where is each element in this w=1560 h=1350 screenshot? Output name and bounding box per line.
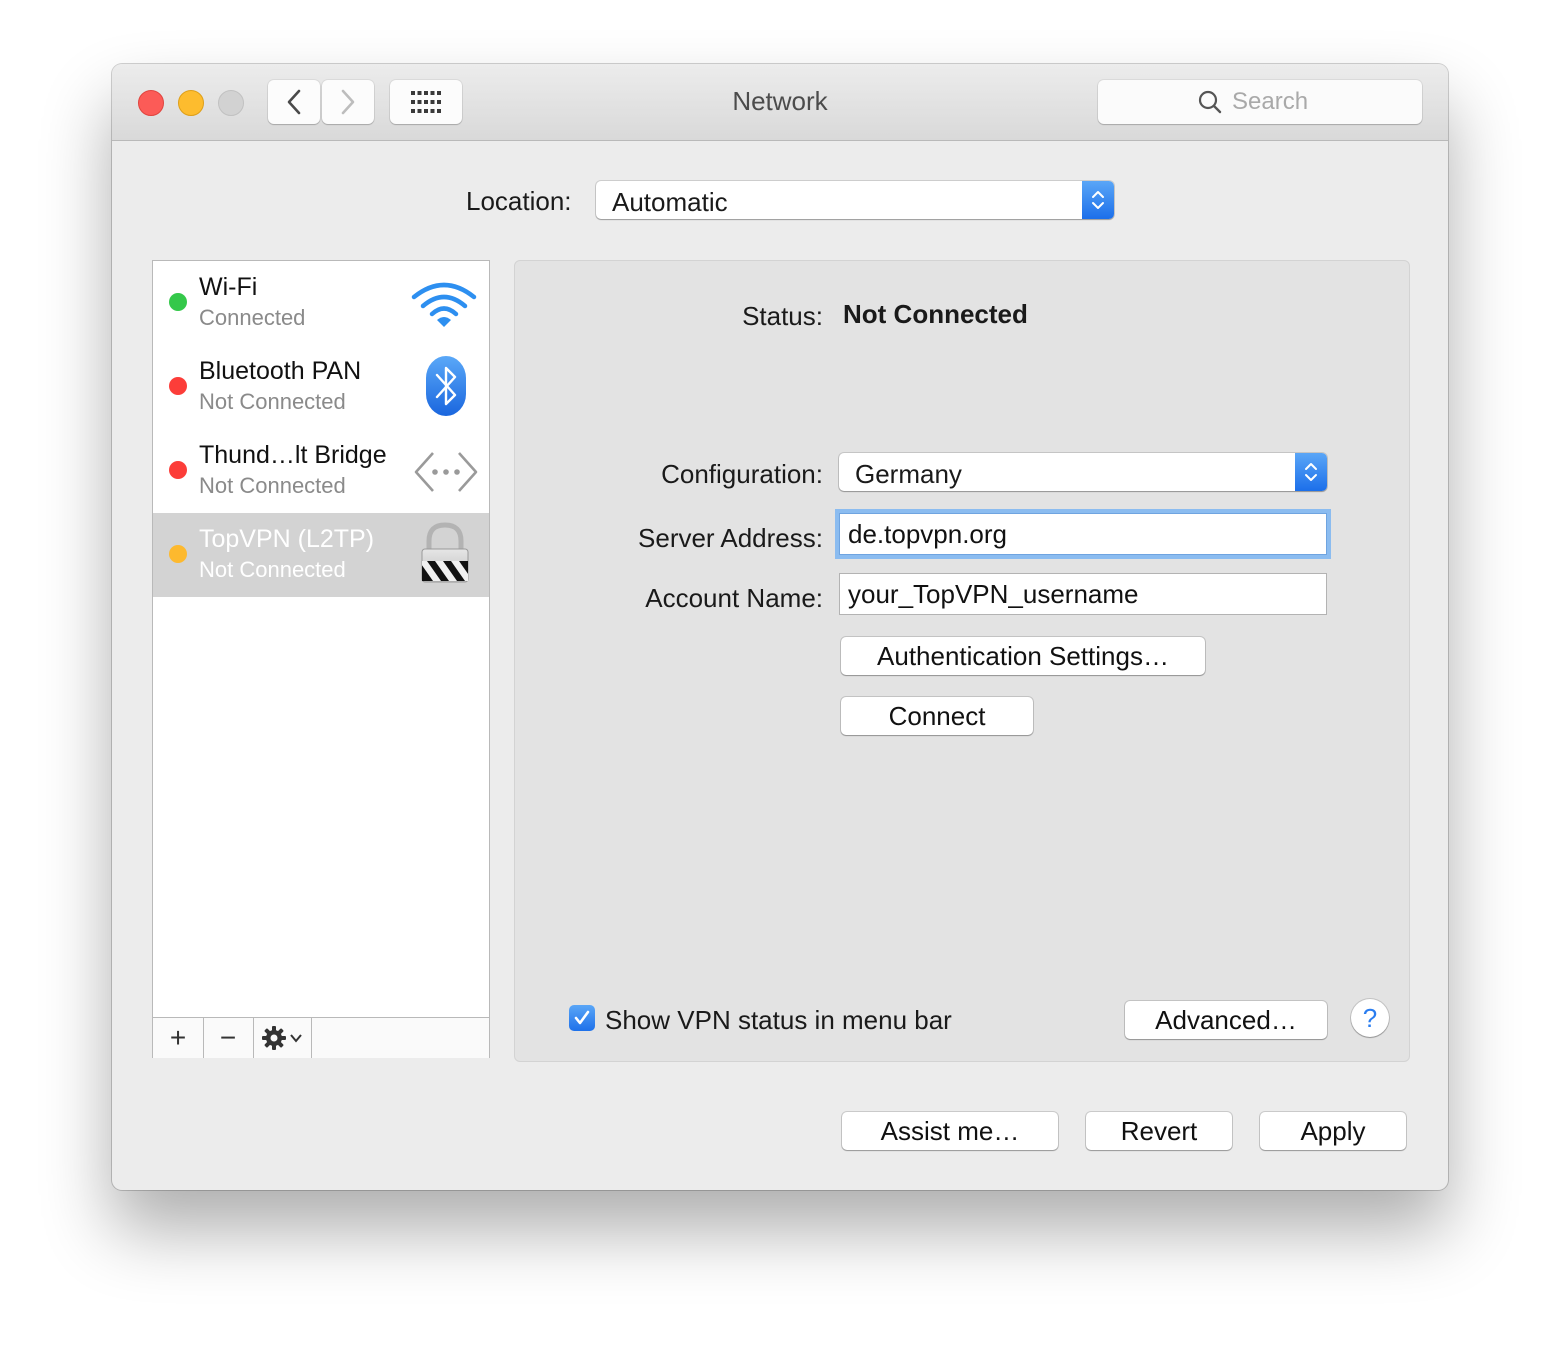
location-value: Automatic [612,187,728,217]
help-button[interactable]: ? [1351,999,1389,1037]
authentication-settings-button[interactable]: Authentication Settings… [841,637,1205,675]
account-name-input[interactable] [839,573,1327,615]
checkmark-icon [574,1010,590,1025]
gear-icon [262,1026,286,1050]
show-vpn-status-checkbox[interactable] [569,1005,595,1031]
service-status: Connected [199,305,306,330]
status-dot [169,377,187,395]
search-input[interactable] [1232,88,1322,116]
location-label: Location: [466,186,572,216]
status-label: Status: [742,301,823,331]
service-item-wifi[interactable]: Wi-Fi Connected [153,261,489,345]
wifi-icon [411,282,477,327]
revert-button[interactable]: Revert [1086,1112,1232,1150]
configuration-label: Configuration: [661,459,823,489]
service-name: Thund…lt Bridge [199,441,387,469]
service-item-thunderbolt-bridge[interactable]: Thund…lt Bridge Not Connected [153,429,489,513]
service-name: Wi-Fi [199,273,258,301]
connect-button[interactable]: Connect [841,697,1033,735]
sidebar-toolbar: + − [153,1017,489,1058]
network-preferences-window: Network Location: Automatic Wi-Fi Connec… [112,64,1448,1190]
chevron-down-icon [290,1034,302,1043]
search-icon [1198,90,1222,114]
service-item-bluetooth-pan[interactable]: Bluetooth PAN Not Connected [153,345,489,429]
service-status: Not Connected [199,389,346,414]
vpn-lock-icon [421,522,469,583]
remove-service-button[interactable]: − [203,1018,254,1058]
service-name: TopVPN (L2TP) [199,525,375,553]
account-name-label: Account Name: [645,583,823,613]
popup-stepper-icon [1082,181,1114,219]
status-dot [169,461,187,479]
server-address-label: Server Address: [638,523,823,553]
advanced-button[interactable]: Advanced… [1125,1001,1327,1039]
assist-me-button[interactable]: Assist me… [842,1112,1058,1150]
service-detail-pane: Status: Not Connected Configuration: Ger… [514,260,1410,1062]
apply-button[interactable]: Apply [1260,1112,1406,1150]
configuration-value: Germany [855,459,962,489]
status-dot [169,293,187,311]
service-status: Not Connected [199,557,346,582]
configuration-popup[interactable]: Germany [839,453,1327,491]
service-status: Not Connected [199,473,346,498]
action-menu-button[interactable] [253,1018,312,1058]
thunderbolt-bridge-icon [414,452,478,492]
service-list: Wi-Fi Connected Bluetooth PAN Not Connec… [152,260,490,1058]
service-item-topvpn[interactable]: TopVPN (L2TP) Not Connected [153,513,489,597]
search-field[interactable] [1098,80,1422,124]
show-vpn-status-label[interactable]: Show VPN status in menu bar [605,1005,952,1036]
title-bar: Network [112,64,1448,141]
status-dot [169,545,187,563]
bluetooth-icon [426,356,466,416]
add-service-button[interactable]: + [153,1018,204,1058]
service-name: Bluetooth PAN [199,357,362,385]
server-address-input[interactable] [839,513,1327,555]
status-value: Not Connected [843,299,1028,329]
location-popup[interactable]: Automatic [596,181,1114,219]
popup-stepper-icon [1295,453,1327,491]
